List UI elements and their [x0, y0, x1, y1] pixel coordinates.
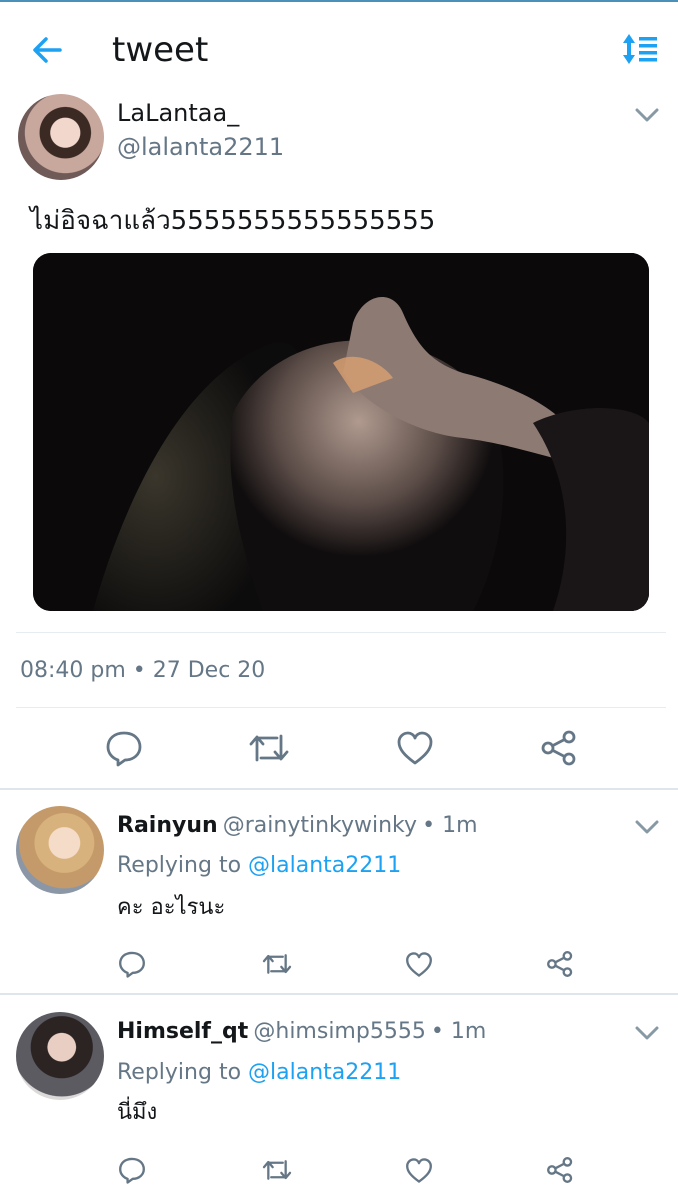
arrow-left-icon — [33, 37, 62, 63]
share-icon[interactable] — [540, 729, 578, 767]
reply-author-handle[interactable]: @himsimp5555 — [253, 1019, 425, 1044]
sort-button[interactable] — [620, 32, 660, 66]
reply-time: • 1m — [430, 1019, 487, 1044]
author-avatar[interactable] — [18, 94, 104, 180]
tweet-text: ไม่อิจฉาแล้ว5555555555555555 — [30, 206, 436, 236]
reply-text: คะ อะไรนะ — [117, 895, 226, 920]
reply-header: Himself_qt @himsimp5555 • 1m — [117, 1017, 486, 1047]
reply-author-name[interactable]: Rainyun — [117, 813, 218, 838]
chevron-down-icon — [635, 1026, 659, 1040]
chevron-down-icon — [635, 108, 659, 122]
replying-to-link[interactable]: @lalanta2211 — [248, 1060, 401, 1085]
reply-author-name[interactable]: Himself_qt — [117, 1019, 248, 1044]
retweet-icon[interactable] — [261, 1157, 293, 1183]
header-bar: tweet — [0, 2, 678, 90]
reply-avatar[interactable] — [16, 806, 104, 894]
replying-to: Replying to @lalanta2211 — [117, 851, 401, 881]
reply-icon[interactable] — [118, 1156, 146, 1184]
reply-icon[interactable] — [105, 729, 143, 767]
page-title: tweet — [112, 30, 209, 70]
reply-header: Rainyun @rainytinkywinky • 1m — [117, 811, 478, 841]
like-icon[interactable] — [405, 1157, 433, 1184]
tweet-photo[interactable] — [33, 253, 649, 611]
author-handle[interactable]: @lalanta2211 — [117, 132, 284, 162]
chevron-down-icon — [635, 820, 659, 834]
divider — [16, 707, 666, 708]
sort-icon — [623, 34, 657, 64]
retweet-icon[interactable] — [247, 730, 291, 766]
replying-to-label: Replying to — [117, 853, 242, 878]
like-icon[interactable] — [396, 730, 434, 766]
reply-avatar[interactable] — [16, 1012, 104, 1100]
reply-icon[interactable] — [118, 950, 146, 978]
thread-divider — [0, 993, 678, 995]
replying-to: Replying to @lalanta2211 — [117, 1058, 401, 1088]
replying-to-link[interactable]: @lalanta2211 — [248, 853, 401, 878]
reply-time: • 1m — [422, 813, 478, 838]
author-name[interactable]: LaLantaa_ — [117, 98, 239, 128]
like-icon[interactable] — [405, 951, 433, 978]
reply-menu-button[interactable] — [634, 1024, 660, 1042]
tweet-menu-button[interactable] — [634, 106, 660, 124]
thread-divider — [0, 788, 678, 790]
reply-menu-button[interactable] — [634, 818, 660, 836]
back-button[interactable] — [28, 32, 68, 68]
divider — [16, 632, 666, 633]
share-icon[interactable] — [546, 1156, 574, 1184]
photo-image — [33, 253, 649, 611]
share-icon[interactable] — [546, 950, 574, 978]
tweet-timestamp: 08:40 pm • 27 Dec 20 — [20, 658, 266, 683]
replying-to-label: Replying to — [117, 1060, 242, 1085]
reply-author-handle[interactable]: @rainytinkywinky — [223, 813, 417, 838]
reply-text: นี่มึง — [117, 1100, 158, 1125]
retweet-icon[interactable] — [261, 951, 293, 977]
